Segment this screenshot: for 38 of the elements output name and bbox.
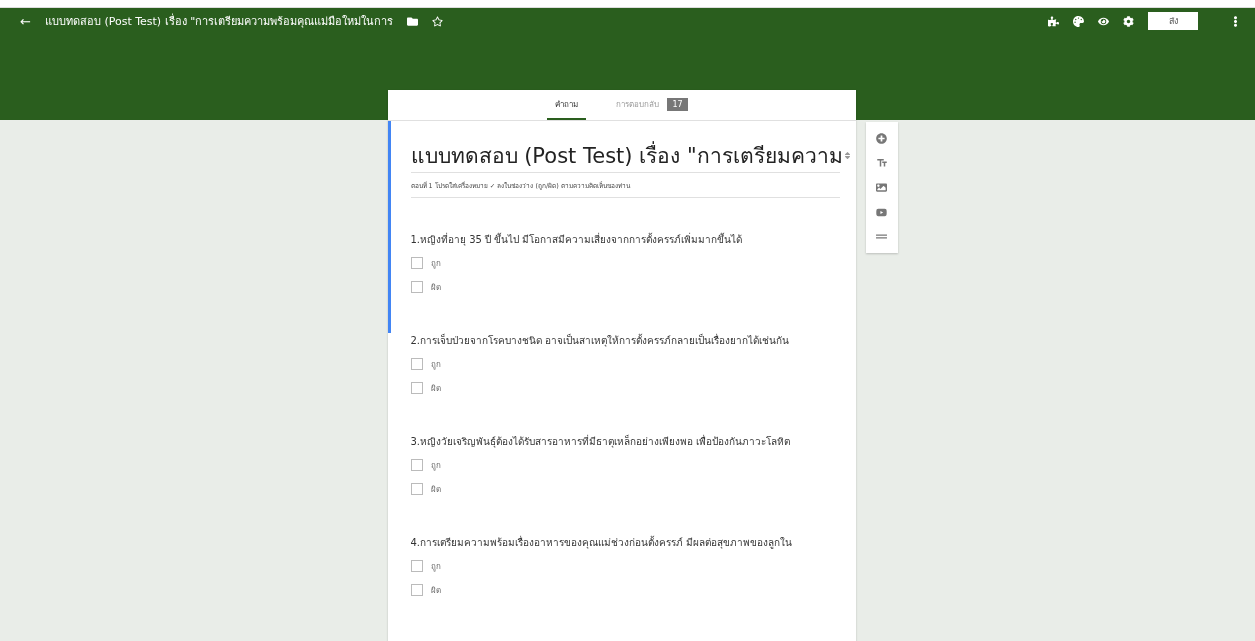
- settings-icon[interactable]: [1123, 15, 1134, 27]
- image-icon[interactable]: [876, 182, 887, 194]
- option-label: ผิด: [430, 483, 441, 496]
- form-title[interactable]: แบบทดสอบ (Post Test) เรื่อง "การเตรียมความ: [410, 139, 843, 172]
- question-text: 2.การเจ็บป่วยจากโรคบางชนิด อาจเป็นสาเหตุให้การตั้งครรภ์กลายเป็นเรื่องยากได้เช่นกัน: [410, 332, 791, 349]
- option-label: ผิด: [430, 382, 441, 395]
- option-label: ถูก: [430, 257, 441, 270]
- count-badge: 17: [667, 97, 688, 111]
- option-label: ถูก: [430, 560, 441, 573]
- option-label: ผิด: [430, 584, 441, 597]
- checkbox[interactable]: [410, 281, 423, 293]
- checkbox[interactable]: [410, 358, 423, 370]
- text-icon[interactable]: [875, 157, 888, 170]
- question-text: 3.หญิงวัยเจริญพันธุ์ต้องได้รับสารอาหารที่มีธาตุเหล็กอย่างเพียงพอ เพื่อป้องกันภาวะโลหิต: [410, 433, 792, 450]
- option-label: ถูก: [430, 358, 441, 371]
- checkbox[interactable]: [410, 257, 423, 269]
- video-icon[interactable]: [876, 206, 887, 218]
- add-icon[interactable]: [876, 132, 887, 144]
- star-icon[interactable]: [432, 15, 444, 27]
- back-arrow[interactable]: ←: [20, 13, 31, 29]
- sort-arrows-icon[interactable]: [842, 151, 852, 160]
- puzzle-icon[interactable]: [1048, 15, 1059, 27]
- palette-icon[interactable]: [1073, 15, 1084, 27]
- question-text: 1.หญิงที่อายุ 35 ปี ขึ้นไป มีโอกาสมีความเสี่ยงจากการตั้งครรภ์เพิ่มมากขึ้นได้: [410, 231, 744, 248]
- question-text: 4.การเตรียมความพร้อมเรื่องอาหารของคุณแม่ช่วงก่อนตั้งครรภ์ มีผลต่อสุขภาพของลูกใน: [410, 534, 794, 551]
- checkbox[interactable]: [410, 382, 423, 394]
- tab[interactable]: คำถาม: [547, 90, 587, 120]
- option-label: ผิด: [430, 281, 441, 294]
- checkbox[interactable]: [410, 584, 423, 596]
- tab[interactable]: การตอบกลับ 17: [608, 90, 696, 120]
- form-name: แบบทดสอบ (Post Test) เรื่อง "การเตรียมความพร้อมคุณแม่มือใหม่ในการ: [44, 12, 394, 30]
- folder-icon[interactable]: [407, 15, 419, 27]
- checkbox[interactable]: [410, 459, 423, 471]
- checkbox[interactable]: [410, 560, 423, 572]
- option-label: ถูก: [430, 459, 441, 472]
- send-button[interactable]: ส่ง: [1148, 12, 1198, 30]
- checkbox[interactable]: [410, 483, 423, 495]
- eye-icon[interactable]: [1098, 15, 1109, 27]
